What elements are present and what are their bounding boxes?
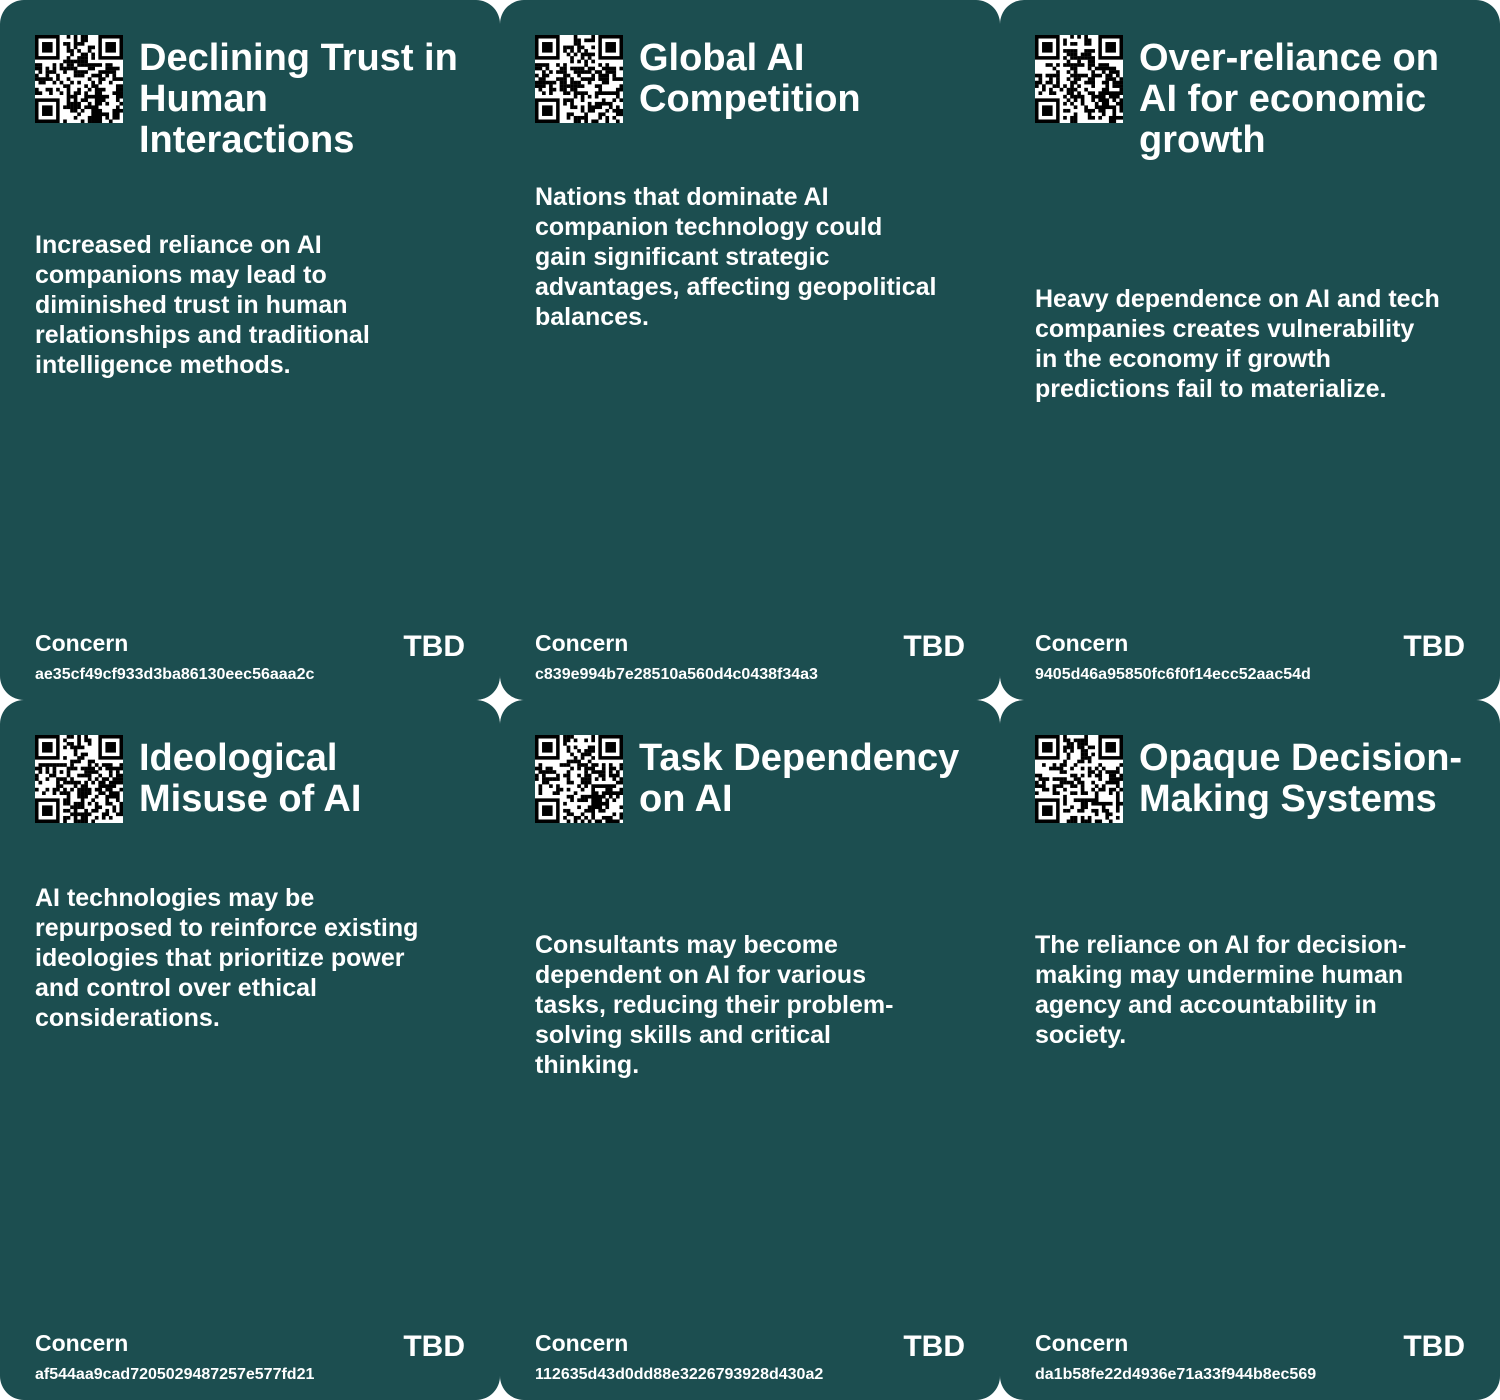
- card-id: c839e994b7e28510a560d4c0438f34a3: [535, 666, 818, 683]
- card-grid: Declining Trust in Human Interactions In…: [0, 0, 1500, 1400]
- concern-card[interactable]: Ideological Misuse of AI AI technologies…: [0, 700, 500, 1400]
- concern-card[interactable]: Task Dependency on AI Consultants may be…: [500, 700, 1000, 1400]
- card-title: Ideological Misuse of AI: [139, 737, 362, 820]
- card-id: 9405d46a95850fc6f0f14ecc52aac54d: [1035, 666, 1311, 683]
- card-type: Concern: [35, 1330, 129, 1356]
- card-type: Concern: [535, 630, 629, 656]
- card-id: 112635d43d0dd88e3226793928d430a2: [535, 1366, 824, 1383]
- card-description: The reliance on AI for decision-making m…: [1035, 931, 1407, 1049]
- card-status: TBD: [403, 630, 465, 663]
- card-type: Concern: [1035, 1330, 1129, 1356]
- card-id: ae35cf49cf933d3ba86130eec56aaa2c: [35, 666, 315, 683]
- qr-code-pattern: [35, 35, 123, 123]
- card-title: Over-reliance on AI for economic growth: [1139, 37, 1439, 161]
- card-status: TBD: [903, 630, 965, 663]
- qr-code: [35, 735, 123, 823]
- card-description: Nations that dominate AI companion techn…: [535, 183, 937, 331]
- concern-card[interactable]: Declining Trust in Human Interactions In…: [0, 0, 500, 700]
- qr-code-pattern: [535, 735, 623, 823]
- card-description: Heavy dependence on AI and tech companie…: [1035, 285, 1440, 403]
- card-status: TBD: [403, 1330, 465, 1363]
- card-title: Opaque Decision-Making Systems: [1139, 737, 1463, 820]
- card-description: Consultants may become dependent on AI f…: [535, 931, 894, 1079]
- card-type: Concern: [1035, 630, 1129, 656]
- qr-code: [1035, 35, 1123, 123]
- card-description: Increased reliance on AI companions may …: [35, 231, 370, 379]
- card-id: af544aa9cad7205029487257e577fd21: [35, 1366, 315, 1383]
- card-title: Declining Trust in Human Interactions: [139, 37, 458, 161]
- card-type: Concern: [535, 1330, 629, 1356]
- qr-code-pattern: [535, 35, 623, 123]
- card-description: AI technologies may be repurposed to rei…: [35, 884, 419, 1032]
- qr-code: [1035, 735, 1123, 823]
- card-status: TBD: [1403, 630, 1465, 663]
- card-status: TBD: [903, 1330, 965, 1363]
- qr-code: [35, 35, 123, 123]
- qr-code-pattern: [1035, 735, 1123, 823]
- card-title: Global AI Competition: [639, 37, 861, 120]
- qr-code-pattern: [35, 735, 123, 823]
- qr-code-pattern: [1035, 35, 1123, 123]
- card-title: Task Dependency on AI: [639, 737, 960, 820]
- card-status: TBD: [1403, 1330, 1465, 1363]
- card-id: da1b58fe22d4936e71a33f944b8ec569: [1035, 1366, 1317, 1383]
- concern-card[interactable]: Opaque Decision-Making Systems The relia…: [1000, 700, 1500, 1400]
- concern-card[interactable]: Over-reliance on AI for economic growth …: [1000, 0, 1500, 700]
- qr-code: [535, 35, 623, 123]
- concern-card[interactable]: Global AI Competition Nations that domin…: [500, 0, 1000, 700]
- card-type: Concern: [35, 630, 129, 656]
- qr-code: [535, 735, 623, 823]
